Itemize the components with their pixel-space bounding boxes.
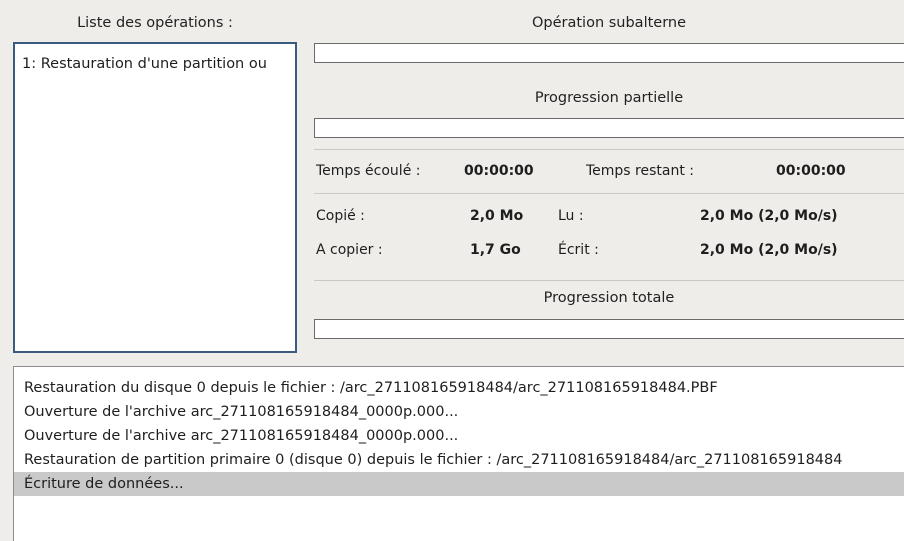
to-copy-label: A copier :	[316, 242, 383, 258]
log-line[interactable]: Ouverture de l'archive arc_2711081659184…	[14, 424, 904, 448]
written-value: 2,0 Mo (2,0 Mo/s)	[700, 242, 838, 258]
log-line[interactable]: Restauration du disque 0 depuis le fichi…	[14, 376, 904, 400]
total-progress-bar	[314, 319, 904, 339]
read-value: 2,0 Mo (2,0 Mo/s)	[700, 208, 838, 224]
separator	[314, 280, 904, 281]
operations-list[interactable]: 1: Restauration d'une partition ou	[13, 42, 297, 353]
copied-label: Copié :	[316, 208, 365, 224]
partial-progress-header: Progression partielle	[534, 90, 684, 106]
suboperation-progress-bar	[314, 43, 904, 63]
partial-progress-bar	[314, 118, 904, 138]
separator	[314, 149, 904, 150]
elapsed-time-label: Temps écoulé :	[316, 163, 421, 179]
copied-value: 2,0 Mo	[470, 208, 524, 224]
operation-item[interactable]: 1: Restauration d'une partition ou	[22, 56, 296, 72]
log-line[interactable]: Ouverture de l'archive arc_2711081659184…	[14, 400, 904, 424]
elapsed-time-value: 00:00:00	[464, 163, 534, 179]
log-line[interactable]: Restauration de partition primaire 0 (di…	[14, 448, 904, 472]
remaining-time-label: Temps restant :	[586, 163, 695, 179]
to-copy-value: 1,7 Go	[470, 242, 521, 258]
read-label: Lu :	[558, 208, 584, 224]
written-label: Écrit :	[558, 242, 599, 258]
log-line-selected[interactable]: Écriture de données...	[14, 472, 904, 496]
suboperation-header: Opération subalterne	[531, 15, 687, 31]
log-panel[interactable]: Restauration du disque 0 depuis le fichi…	[13, 366, 904, 541]
total-progress-header: Progression totale	[543, 290, 675, 306]
remaining-time-value: 00:00:00	[776, 163, 846, 179]
operations-list-header: Liste des opérations :	[77, 15, 233, 31]
separator	[314, 193, 904, 194]
